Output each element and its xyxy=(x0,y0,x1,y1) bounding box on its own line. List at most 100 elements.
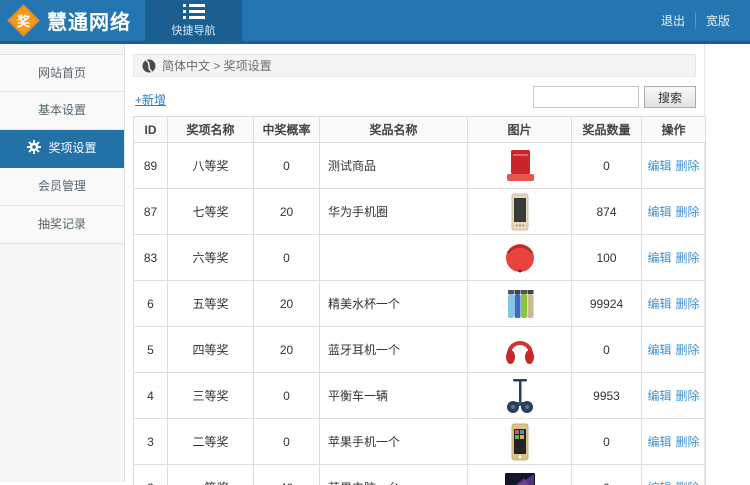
col-header-quantity: 奖品数量 xyxy=(572,117,642,143)
edit-link[interactable]: 编辑 xyxy=(647,343,671,357)
cell-prize: 二等奖 xyxy=(168,419,254,465)
cell-probability: 40 xyxy=(254,465,320,485)
edit-link[interactable]: 编辑 xyxy=(647,205,671,219)
edit-link[interactable]: 编辑 xyxy=(647,389,671,403)
cell-probability: 0 xyxy=(254,235,320,281)
gear-icon xyxy=(27,140,41,154)
cell-prize: 五等奖 xyxy=(168,281,254,327)
imac-computer-image xyxy=(500,468,540,485)
top-header: 奖 慧通网络 快捷导航 退出 宽版 xyxy=(0,0,750,44)
table-row: 83 六等奖 0 100 编辑删除 xyxy=(134,235,706,281)
cell-product xyxy=(320,235,468,281)
logout-link[interactable]: 退出 xyxy=(651,12,695,29)
globe-icon xyxy=(142,59,156,73)
cell-product: 华为手机圈 xyxy=(320,189,468,235)
cell-quantity: 99924 xyxy=(572,281,642,327)
table-row: 6 五等奖 20 精美水杯一个 99924 编辑删除 xyxy=(134,281,706,327)
delete-link[interactable]: 删除 xyxy=(676,481,700,485)
red-gift-box-image xyxy=(500,146,540,186)
cell-id: 3 xyxy=(134,419,168,465)
delete-link[interactable]: 删除 xyxy=(676,159,700,173)
cell-id: 5 xyxy=(134,327,168,373)
cell-probability: 20 xyxy=(254,281,320,327)
cell-prize: 六等奖 xyxy=(168,235,254,281)
search-button[interactable]: 搜索 xyxy=(644,86,696,108)
cell-id: 4 xyxy=(134,373,168,419)
quick-nav-label: 快捷导航 xyxy=(172,22,216,38)
sidebar-item-lottery-records[interactable]: 抽奖记录 xyxy=(0,206,124,244)
cell-id: 6 xyxy=(134,281,168,327)
breadcrumb-text: 简体中文 > 奖项设置 xyxy=(162,57,272,74)
sidebar-item-member-management[interactable]: 会员管理 xyxy=(0,168,124,206)
sidebar-nav: 网站首页 基本设置 奖项设置 会员管理 抽奖记录 xyxy=(0,44,125,482)
search-input[interactable] xyxy=(533,86,639,108)
col-header-operations: 操作 xyxy=(642,117,706,143)
cell-probability: 20 xyxy=(254,189,320,235)
cell-probability: 0 xyxy=(254,373,320,419)
sidebar-item-site-home[interactable]: 网站首页 xyxy=(0,54,124,92)
edit-link[interactable]: 编辑 xyxy=(647,297,671,311)
self-balancing-scooter-image xyxy=(500,376,540,416)
delete-link[interactable]: 删除 xyxy=(676,435,700,449)
cell-product: 苹果手机一个 xyxy=(320,419,468,465)
red-headphones-image xyxy=(500,330,540,370)
cell-id: 87 xyxy=(134,189,168,235)
cell-id: 89 xyxy=(134,143,168,189)
colorful-water-cups-image xyxy=(500,284,540,324)
edit-link[interactable]: 编辑 xyxy=(647,435,671,449)
sidebar-item-prize-settings[interactable]: 奖项设置 xyxy=(0,130,124,168)
app-title: 慧通网络 xyxy=(47,6,131,35)
delete-link[interactable]: 删除 xyxy=(676,389,700,403)
main-content: 简体中文 > 奖项设置 +新增 搜索 ID 奖项名称 xyxy=(125,44,750,482)
cell-quantity: 874 xyxy=(572,189,642,235)
cell-prize: 四等奖 xyxy=(168,327,254,373)
table-row: 87 七等奖 20 华为手机圈 874 编辑删除 xyxy=(134,189,706,235)
prize-table: ID 奖项名称 中奖概率 奖品名称 图片 奖品数量 操作 89 八等奖 0 测 xyxy=(133,116,706,485)
col-header-product-name: 奖品名称 xyxy=(320,117,468,143)
cell-id: 83 xyxy=(134,235,168,281)
cell-quantity: 0 xyxy=(572,327,642,373)
wide-version-link[interactable]: 宽版 xyxy=(695,12,740,29)
cell-probability: 0 xyxy=(254,143,320,189)
edit-link[interactable]: 编辑 xyxy=(647,159,671,173)
add-new-link[interactable]: +新增 xyxy=(135,91,166,108)
table-header-row: ID 奖项名称 中奖概率 奖品名称 图片 奖品数量 操作 xyxy=(134,117,706,143)
cell-prize: 一等奖 xyxy=(168,465,254,485)
brand: 奖 慧通网络 xyxy=(0,0,145,41)
cell-prize: 八等奖 xyxy=(168,143,254,189)
cell-probability: 0 xyxy=(254,419,320,465)
table-row: 2 一等奖 40 苹果电脑一台 0 编辑删除 xyxy=(134,465,706,485)
quick-nav-button[interactable]: 快捷导航 xyxy=(145,0,242,41)
cell-product: 苹果电脑一台 xyxy=(320,465,468,485)
cell-prize: 七等奖 xyxy=(168,189,254,235)
col-header-id: ID xyxy=(134,117,168,143)
edit-link[interactable]: 编辑 xyxy=(647,481,671,485)
breadcrumb: 简体中文 > 奖项设置 xyxy=(133,54,696,77)
table-row: 3 二等奖 0 苹果手机一个 0 编辑删除 xyxy=(134,419,706,465)
col-header-image: 图片 xyxy=(468,117,572,143)
delete-link[interactable]: 删除 xyxy=(676,205,700,219)
delete-link[interactable]: 删除 xyxy=(676,297,700,311)
list-menu-icon xyxy=(183,4,205,19)
cell-product: 测试商品 xyxy=(320,143,468,189)
red-robot-vacuum-image xyxy=(500,238,540,278)
delete-link[interactable]: 删除 xyxy=(676,251,700,265)
sidebar-item-basic-settings[interactable]: 基本设置 xyxy=(0,92,124,130)
cell-quantity: 100 xyxy=(572,235,642,281)
delete-link[interactable]: 删除 xyxy=(676,343,700,357)
sidebar-item-label: 奖项设置 xyxy=(48,141,96,155)
table-row: 5 四等奖 20 蓝牙耳机一个 0 编辑删除 xyxy=(134,327,706,373)
table-row: 4 三等奖 0 平衡车一辆 9953 编辑删除 xyxy=(134,373,706,419)
col-header-probability: 中奖概率 xyxy=(254,117,320,143)
gold-phone-image xyxy=(500,192,540,232)
cell-quantity: 9953 xyxy=(572,373,642,419)
cell-product: 蓝牙耳机一个 xyxy=(320,327,468,373)
cell-product: 平衡车一辆 xyxy=(320,373,468,419)
edit-link[interactable]: 编辑 xyxy=(647,251,671,265)
cell-product: 精美水杯一个 xyxy=(320,281,468,327)
cell-probability: 20 xyxy=(254,327,320,373)
gold-iphone-image xyxy=(500,422,540,462)
prize-logo-icon: 奖 xyxy=(7,4,40,37)
cell-quantity: 0 xyxy=(572,143,642,189)
cell-id: 2 xyxy=(134,465,168,485)
